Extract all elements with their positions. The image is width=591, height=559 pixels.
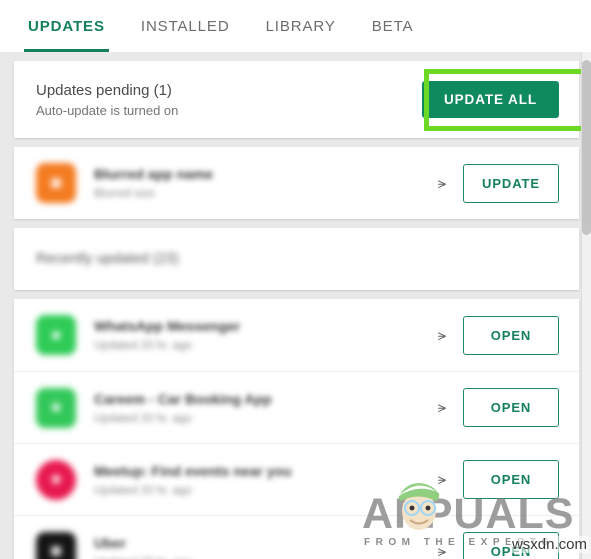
app-name: Blurred app name — [94, 166, 214, 182]
app-icon: ● — [36, 387, 76, 428]
table-row[interactable]: ● Meetup: Find events near you Updated 2… — [14, 443, 579, 515]
app-name: WhatsApp Messenger — [94, 318, 241, 334]
update-button[interactable]: UPDATE — [463, 163, 559, 203]
table-row[interactable]: ● Careem - Car Booking App Updated 20 hr… — [14, 371, 579, 443]
app-icon-glyph: ● — [49, 396, 63, 418]
tab-bar: UPDATES INSTALLED LIBRARY BETA — [0, 0, 591, 52]
chevron-down-icon[interactable]: ⪫ — [425, 400, 459, 415]
updates-pending-card: Updates pending (1) Auto-update is turne… — [14, 61, 590, 138]
scrollbar-thumb[interactable] — [582, 60, 591, 235]
open-button[interactable]: OPEN — [463, 315, 559, 355]
app-icon: ● — [36, 459, 76, 500]
recently-updated-title: Recently updated (23) — [36, 251, 179, 267]
recently-updated-card: Recently updated (23) — [14, 228, 579, 290]
app-info: WhatsApp Messenger Updated 20 hr. ago — [94, 318, 425, 352]
open-button[interactable]: OPEN — [463, 532, 559, 559]
app-name: Careem - Car Booking App — [94, 390, 272, 407]
app-icon-glyph: ■ — [49, 540, 63, 559]
app-icon: ■ — [36, 531, 76, 559]
table-row[interactable]: ● WhatsApp Messenger Updated 20 hr. ago … — [14, 299, 579, 371]
updates-pending-header: Updates pending (1) Auto-update is turne… — [14, 61, 579, 138]
app-icon-glyph: ● — [49, 323, 63, 346]
tab-list: UPDATES INSTALLED LIBRARY BETA — [0, 0, 591, 52]
updates-pending-title: Updates pending (1) — [36, 81, 172, 99]
app-name: Uber — [94, 534, 126, 551]
recently-updated-header: Recently updated (23) — [14, 228, 579, 290]
app-icon-glyph: ■ — [49, 171, 63, 194]
app-subtitle: Updated 20 hr. ago — [94, 484, 192, 497]
pending-app-card: ■ Blurred app name Blurred size ⪫ UPDATE — [14, 147, 579, 219]
chevron-down-icon[interactable]: ⪫ — [425, 176, 459, 191]
app-info: Uber Updated 20 hr. ago — [94, 535, 425, 559]
chevron-down-icon[interactable]: ⪫ — [425, 472, 459, 487]
updates-scroll-area[interactable]: Updates pending (1) Auto-update is turne… — [0, 52, 591, 559]
open-button[interactable]: OPEN — [463, 388, 559, 427]
tab-updates[interactable]: UPDATES — [24, 0, 109, 52]
tab-beta[interactable]: BETA — [372, 0, 414, 52]
updates-pending-text: Updates pending (1) Auto-update is turne… — [36, 82, 178, 118]
app-subtitle: Updated 20 hr. ago — [94, 412, 192, 425]
app-subtitle: Updated 20 hr. ago — [94, 340, 192, 352]
scrollbar-track[interactable] — [581, 52, 591, 559]
open-button[interactable]: OPEN — [463, 460, 559, 499]
tab-library[interactable]: LIBRARY — [266, 0, 336, 52]
chevron-down-icon[interactable]: ⪫ — [425, 544, 459, 559]
tab-installed-label: INSTALLED — [140, 17, 230, 35]
app-name: Meetup: Find events near you — [94, 462, 292, 479]
app-info: Meetup: Find events near you Updated 20 … — [94, 463, 425, 497]
chevron-down-icon[interactable]: ⪫ — [425, 328, 459, 343]
app-subtitle: Blurred size — [94, 188, 155, 200]
app-icon: ● — [36, 315, 76, 355]
auto-update-status: Auto-update is turned on — [36, 102, 179, 118]
table-row[interactable]: ■ Blurred app name Blurred size ⪫ UPDATE — [14, 147, 579, 219]
tab-installed[interactable]: INSTALLED — [141, 0, 230, 52]
recently-updated-list: ● WhatsApp Messenger Updated 20 hr. ago … — [14, 299, 579, 559]
update-all-button[interactable]: UPDATE ALL — [422, 81, 559, 118]
app-info: Careem - Car Booking App Updated 20 hr. … — [94, 391, 425, 425]
app-icon-glyph: ● — [49, 468, 63, 490]
tab-updates-label: UPDATES — [28, 17, 105, 35]
table-row[interactable]: ■ Uber Updated 20 hr. ago ⪫ OPEN — [14, 515, 579, 559]
app-icon: ■ — [36, 163, 76, 203]
tab-library-label: LIBRARY — [265, 17, 336, 35]
app-info: Blurred app name Blurred size — [94, 166, 425, 200]
tab-beta-label: BETA — [371, 17, 414, 35]
